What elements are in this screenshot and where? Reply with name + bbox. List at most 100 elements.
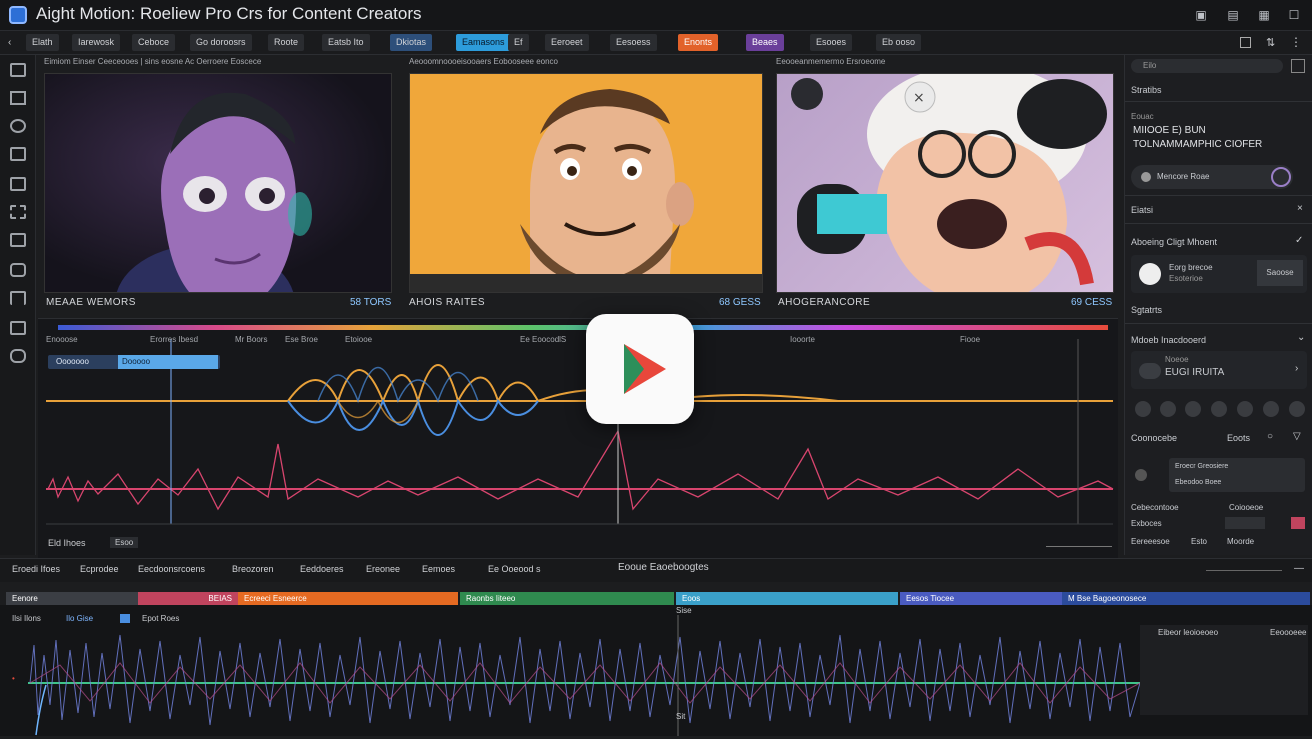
toolbar-button-14[interactable]: Eb ooso xyxy=(876,34,922,51)
camera-icon[interactable] xyxy=(10,263,26,277)
audio-icon[interactable] xyxy=(10,321,26,335)
timeline-footer-badge[interactable]: Esoo xyxy=(110,537,139,548)
preset-toggle[interactable] xyxy=(1271,167,1291,187)
close-icon[interactable]: ☐ xyxy=(1286,7,1302,23)
search-input[interactable]: Eilo xyxy=(1131,59,1283,73)
bottom-tab-1[interactable]: Ecprodee xyxy=(80,564,119,574)
zoom-slider[interactable] xyxy=(1046,538,1112,547)
settings-icon[interactable] xyxy=(10,349,26,363)
divider xyxy=(1125,195,1312,196)
row-2-swatch[interactable] xyxy=(1291,517,1305,529)
circle-icon[interactable]: ○ xyxy=(1267,431,1273,442)
track-lock-icon[interactable] xyxy=(120,614,130,623)
bottom-tab-8[interactable]: Eooue Eaoeboogtes xyxy=(618,562,709,573)
chevron-down-icon[interactable]: ⌄ xyxy=(1297,332,1305,343)
preview-panel-3[interactable]: × xyxy=(776,73,1114,293)
toolbar-button-1[interactable]: Iarewosk xyxy=(72,34,121,51)
preview-panel-2[interactable] xyxy=(409,73,763,293)
preset-pill-text: Mencore Roae xyxy=(1157,172,1210,181)
grid-icon[interactable] xyxy=(1240,37,1251,48)
panel-menu-icon[interactable] xyxy=(1291,59,1305,73)
effects-icon[interactable] xyxy=(10,205,26,219)
bottom-tab-4[interactable]: Eeddoeres xyxy=(300,564,344,574)
track-segment-4[interactable]: Eoos xyxy=(676,592,898,605)
timeline-footer-label: Eld Ihoes xyxy=(48,538,86,548)
collapse-icon[interactable]: × xyxy=(1297,203,1303,214)
toolbar-button-13[interactable]: Esooes xyxy=(810,34,853,51)
layers-icon[interactable]: ⇅ xyxy=(1266,36,1275,49)
inspector-row-3b: Esto xyxy=(1191,537,1208,546)
tool-icon-5[interactable] xyxy=(1237,401,1253,417)
layers-icon[interactable] xyxy=(10,233,26,247)
bottom-minimize-icon[interactable]: — xyxy=(1294,563,1304,574)
minimize-icon[interactable]: ▣ xyxy=(1193,7,1209,23)
track-segment-5[interactable]: Eesos Tiocee xyxy=(900,592,1062,605)
toolbar-button-12[interactable]: Beaes xyxy=(746,34,784,51)
preview-time-2: 68 GESS xyxy=(719,297,761,308)
filter-icon[interactable]: ▽ xyxy=(1293,431,1301,442)
bottom-tab-6[interactable]: Eemoes xyxy=(422,564,455,574)
voice-big: EUGI IRUITA xyxy=(1165,367,1225,378)
toolbar-button-2[interactable]: Ceboce xyxy=(132,34,176,51)
selection-chip-value: Dooooo xyxy=(118,355,218,369)
track-segment-1[interactable]: BEIAS xyxy=(138,592,238,605)
character-card-button[interactable]: Saoose xyxy=(1257,260,1303,286)
text-icon[interactable] xyxy=(10,91,26,105)
character-card[interactable]: Eorg brecoe Esoterioe Saoose xyxy=(1131,255,1307,293)
clip-icon[interactable] xyxy=(10,177,26,191)
field-2: Ebeodoo Boee xyxy=(1175,479,1222,486)
person-icon[interactable] xyxy=(10,147,26,161)
toolbar-button-7[interactable]: Eamasons xyxy=(456,34,511,51)
toolbar-button-10[interactable]: Eesoess xyxy=(610,34,657,51)
tool-icon-6[interactable] xyxy=(1263,401,1279,417)
timeline-label-2: Mr Boors xyxy=(235,335,268,344)
tool-icon-4[interactable] xyxy=(1211,401,1227,417)
waveform-timeline[interactable] xyxy=(38,318,1118,558)
bottom-zoom-slider[interactable] xyxy=(1206,570,1282,571)
toolbar-button-11[interactable]: Enonts xyxy=(678,34,719,51)
tool-icon-3[interactable] xyxy=(1185,401,1201,417)
track-name-value: Ilo Gise xyxy=(66,614,94,623)
timeline-label-4: Etoiooe xyxy=(345,335,373,344)
track-segment-6[interactable]: M Bse Bagoeonosece xyxy=(1062,592,1310,605)
preview-panel-1[interactable] xyxy=(44,73,392,293)
maximize-icon[interactable]: ▤ xyxy=(1225,7,1241,23)
toolbar-button-8[interactable]: Ef xyxy=(508,34,529,51)
preview-caption-3: AHOGERANCORE xyxy=(778,297,871,308)
play-button[interactable] xyxy=(586,314,694,424)
audio-waveform xyxy=(28,615,1308,736)
toolbar-button-0[interactable]: Elath xyxy=(26,34,59,51)
back-icon[interactable]: ‹ xyxy=(8,37,11,48)
voice-card[interactable]: Noeoe EUGI IRUITA › xyxy=(1131,351,1307,389)
preset-pill[interactable]: Mencore Roae xyxy=(1131,165,1293,189)
bottom-tab-2[interactable]: Eecdoonsrcoens xyxy=(138,564,205,574)
settings-icon[interactable]: ▦ xyxy=(1256,7,1272,23)
tool-icon-1[interactable] xyxy=(1135,401,1151,417)
shape-icon[interactable] xyxy=(10,119,26,133)
toolbar-button-4[interactable]: Roote xyxy=(268,34,305,51)
toolbar-button-5[interactable]: Eatsb Ito xyxy=(322,34,370,51)
media-icon[interactable] xyxy=(10,63,26,77)
toolbar-button-3[interactable]: Go doroosrs xyxy=(190,34,252,51)
timeline-label-1: Erorres Ibesd xyxy=(150,335,199,344)
track-segment-3[interactable]: Raonbs Iiteeo xyxy=(460,592,674,605)
audio-track-area[interactable] xyxy=(0,605,1312,736)
selection-chip[interactable]: Ooooooo Dooooo xyxy=(48,355,220,369)
toolbar-button-6[interactable]: Dkiotas xyxy=(390,34,433,51)
track-segment-0[interactable]: Eenore xyxy=(6,592,138,605)
toolbar-button-9[interactable]: Eeroeet xyxy=(545,34,589,51)
tool-icon-7[interactable] xyxy=(1289,401,1305,417)
preview-header-2: Aeooomnoooeisooaers Eobooseee eonco xyxy=(409,57,559,66)
table-icon[interactable] xyxy=(10,291,26,305)
bottom-tab-7[interactable]: Ee Ooeood s xyxy=(488,564,541,574)
check-icon[interactable]: ✓ xyxy=(1295,235,1303,246)
bottom-tab-3[interactable]: Breozoren xyxy=(232,564,274,574)
tool-icon-2[interactable] xyxy=(1160,401,1176,417)
bottom-tab-5[interactable]: Ereonee xyxy=(366,564,400,574)
bottom-tab-0[interactable]: Eroedi Ifoes xyxy=(12,564,60,574)
track-name-label: Ilsi Ilons xyxy=(12,614,41,623)
row-2-input[interactable] xyxy=(1225,517,1265,529)
track-segment-2[interactable]: Ecreeci Esneerce xyxy=(238,592,458,605)
inspector-label-1: Eouac xyxy=(1131,112,1154,121)
more-icon[interactable]: ⋮ xyxy=(1290,35,1302,49)
